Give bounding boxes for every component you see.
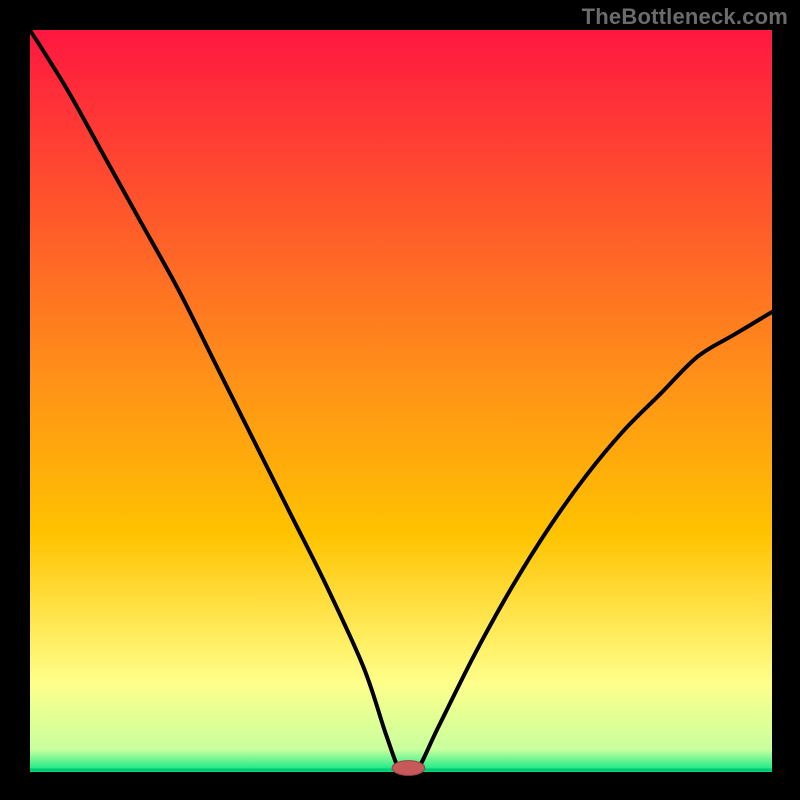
gradient-background bbox=[30, 30, 772, 772]
chart-frame: { "watermark": "TheBottleneck.com", "col… bbox=[0, 0, 800, 800]
watermark-text: TheBottleneck.com bbox=[582, 4, 788, 30]
bottleneck-chart bbox=[0, 0, 800, 800]
optimum-marker bbox=[392, 761, 425, 776]
